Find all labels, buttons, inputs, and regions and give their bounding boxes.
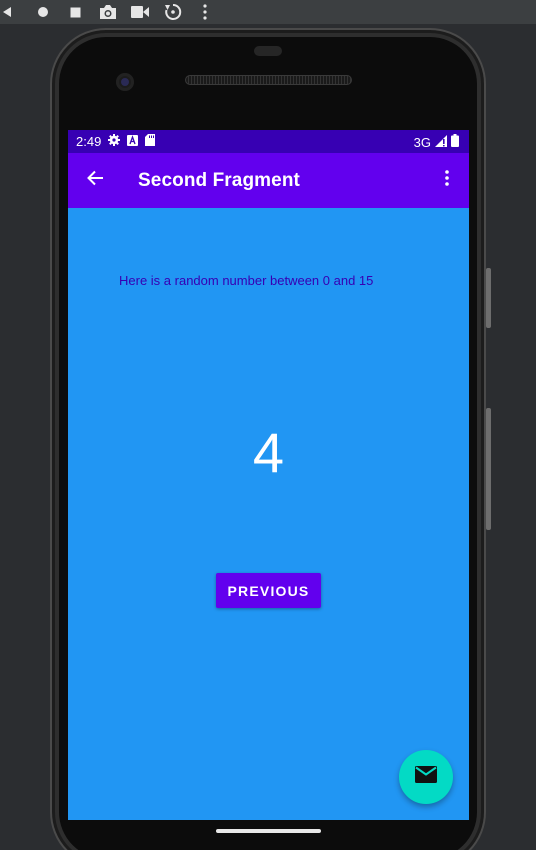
status-bar: 2:49 3G [68, 130, 469, 153]
network-type: 3G [413, 134, 431, 150]
random-number-text: 4 [252, 421, 285, 484]
back-button[interactable] [78, 163, 112, 197]
rotate-icon[interactable] [160, 0, 186, 24]
previous-button[interactable]: PREVIOUS [216, 573, 321, 608]
more-vert-icon[interactable] [192, 0, 218, 24]
a-box-icon [127, 134, 139, 149]
app-bar: Second Fragment [68, 153, 469, 208]
random-description-text: Here is a random number between 0 and 15 [119, 273, 374, 288]
gear-icon [108, 134, 121, 149]
overview-square-icon[interactable] [62, 0, 88, 24]
page-title: Second Fragment [138, 170, 300, 191]
front-camera [116, 73, 134, 91]
status-time: 2:49 [76, 134, 102, 149]
camera-icon[interactable] [95, 0, 121, 24]
email-icon [415, 766, 437, 788]
power-button[interactable] [486, 268, 491, 328]
arrow-back-icon [86, 170, 104, 191]
home-indicator[interactable] [216, 829, 321, 833]
video-icon[interactable] [127, 0, 153, 24]
more-vert-icon [445, 169, 449, 191]
device-screen: 2:49 3G Second Fragment Here is a random… [68, 130, 469, 820]
sd-card-icon [145, 134, 156, 149]
home-circle-icon[interactable] [30, 0, 56, 24]
email-fab[interactable] [399, 750, 453, 804]
back-triangle-icon[interactable] [0, 0, 20, 24]
overflow-menu-button[interactable] [433, 163, 461, 197]
volume-button[interactable] [486, 408, 491, 530]
signal-icon [435, 134, 447, 150]
earpiece-grille [185, 75, 352, 85]
battery-icon [451, 134, 459, 150]
emulator-toolbar [0, 0, 536, 24]
top-speaker [254, 46, 282, 56]
